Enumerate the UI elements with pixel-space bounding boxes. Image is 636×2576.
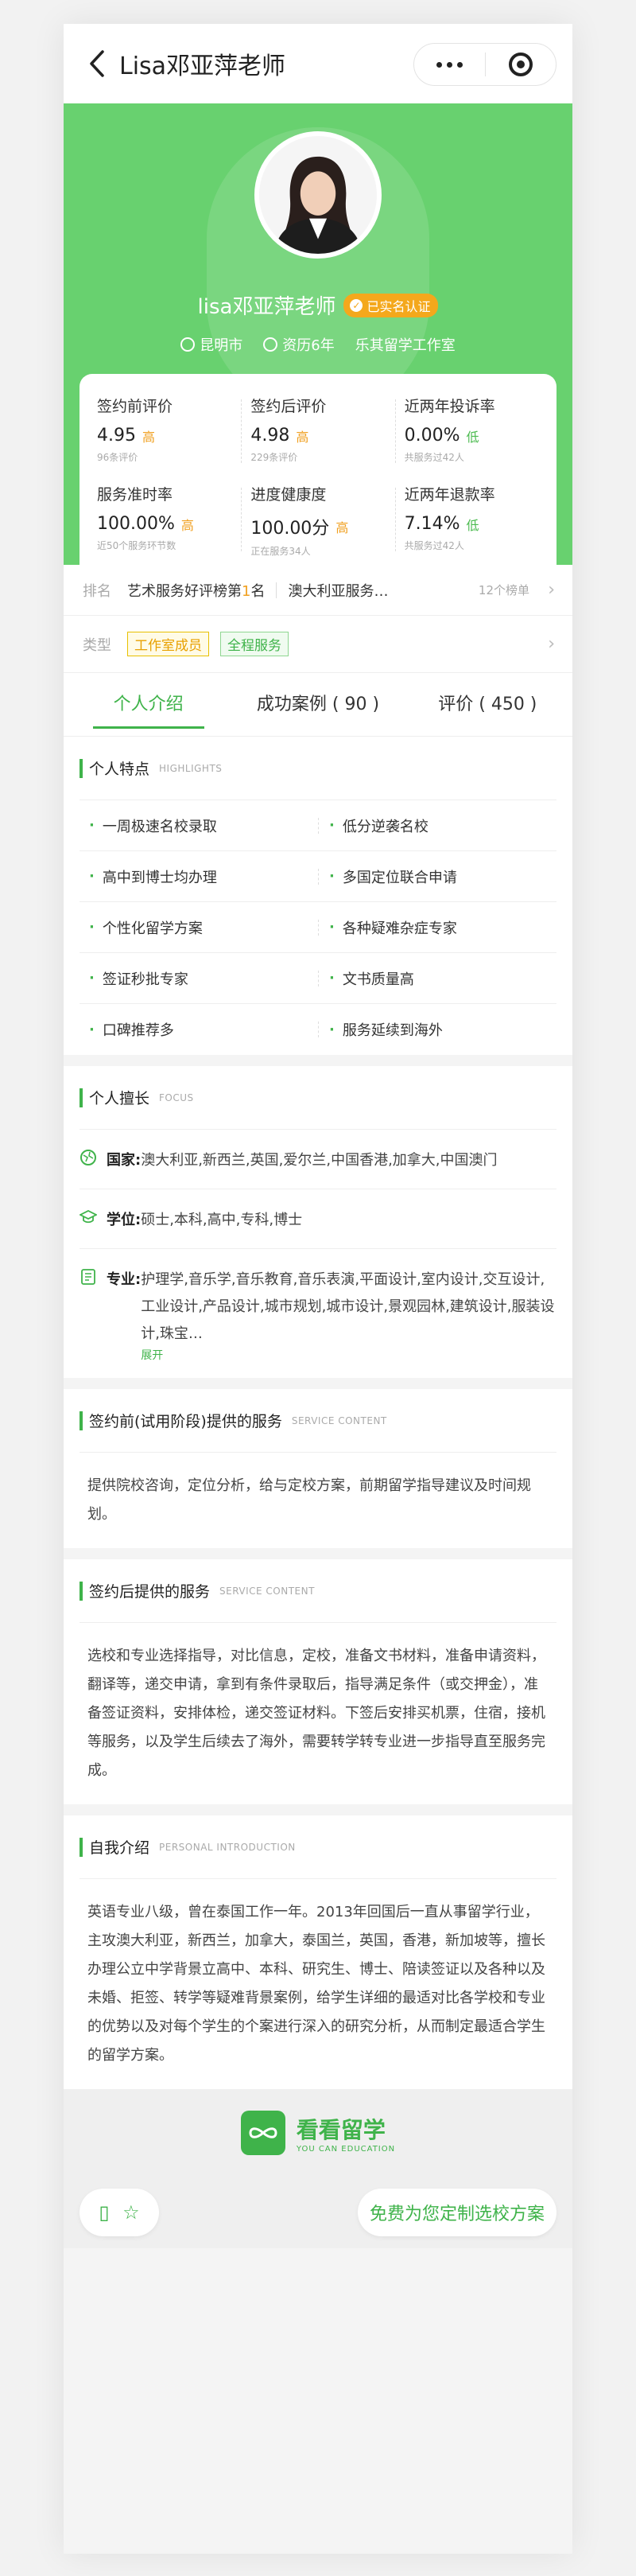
clock-icon	[263, 337, 278, 352]
stat-refund-rate: 近两年退款率 7.14% 低 共服务过42人	[394, 473, 549, 565]
back-button[interactable]	[83, 49, 111, 78]
rank-item: 艺术服务好评榜第1名	[127, 582, 266, 600]
mini-program-capsule	[413, 43, 556, 86]
more-button[interactable]	[414, 44, 485, 85]
type-pill: 全程服务	[220, 632, 289, 656]
pre-service-section: 签约前(试用阶段)提供的服务 SERVICE CONTENT 提供院校咨询，定位分…	[64, 1389, 572, 1548]
section-title: 自我介绍	[89, 1839, 150, 1857]
focus-major: 专业: 护理学,音乐学,音乐教育,音乐表演,平面设计,室内设计,交互设计,工业设…	[80, 1249, 556, 1378]
section-title: 个人特点	[89, 761, 150, 778]
focus-country: 国家: 澳大利亚,新西兰,英国,爱尔兰,中国香港,加拿大,中国澳门	[80, 1130, 556, 1189]
phone-screen: Lisa邓亚萍老师 lisa邓亚萍老师 ✓ 已实名认证 昆明市 资历6年 乐其留…	[64, 24, 572, 2554]
tab-reviews[interactable]: 评价 ( 450 )	[403, 673, 572, 737]
highlight-item: 个性化留学方案	[80, 902, 318, 953]
stat-ontime-rate: 服务准时率 100.00% 高 近50个服务环节数	[97, 486, 194, 551]
bottom-action-bar: ▯ ☆ 免费为您定制选校方案	[64, 2177, 572, 2248]
highlight-item: 各种疑难杂症专家	[318, 902, 556, 953]
brand-name: 看看留学	[296, 2116, 386, 2143]
type-row[interactable]: 类型 工作室成员 全程服务 ›	[64, 616, 572, 673]
more-dots-icon	[436, 61, 442, 68]
highlight-item: 口碑推荐多	[80, 1004, 318, 1055]
location-icon	[180, 337, 196, 352]
intro-section: 自我介绍 PERSONAL INTRODUCTION 英语专业八级，曾在泰国工作一…	[64, 1815, 572, 2089]
teacher-name: lisa邓亚萍老师	[197, 295, 336, 319]
brand-logo	[240, 2111, 285, 2155]
post-service-section: 签约后提供的服务 SERVICE CONTENT 选校和专业选择指导，对比信息，定…	[64, 1559, 572, 1804]
focus-degree: 学位: 硕士,本科,高中,专科,博士	[78, 1189, 556, 1249]
section-title: 个人擅长	[89, 1090, 150, 1107]
location: 昆明市	[180, 334, 242, 355]
brand-footer: 看看留学 YOU CAN EDUCATION	[64, 2089, 572, 2177]
action-icons: ▯ ☆	[80, 2189, 159, 2236]
chevron-right-icon: ›	[548, 634, 555, 654]
star-icon[interactable]: ☆	[122, 2201, 140, 2224]
highlight-item: 服务延续到海外	[318, 1004, 556, 1055]
chevron-left-icon	[90, 50, 104, 77]
page-title: Lisa邓亚萍老师	[119, 53, 286, 80]
section-title: 签约前(试用阶段)提供的服务	[89, 1413, 282, 1430]
custom-plan-button[interactable]: 免费为您定制选校方案	[358, 2189, 556, 2236]
highlight-item: 高中到博士均办理	[80, 851, 318, 902]
rank-row[interactable]: 排名 艺术服务好评榜第1名 澳大利亚服务… 12个榜单 ›	[64, 565, 572, 616]
verified-icon: ✓	[350, 298, 363, 312]
section-title: 签约后提供的服务	[89, 1583, 211, 1601]
close-button[interactable]	[486, 44, 556, 85]
stats-card: 签约前评价 4.95 高 96条评价 签约后评价 4.98 高 229条评价 近两年…	[80, 374, 556, 565]
expand-button[interactable]: 展开	[141, 1348, 556, 1364]
graduation-cap-icon	[78, 1208, 99, 1226]
type-pill: 工作室成员	[127, 632, 209, 656]
pre-service-text: 提供院校咨询，定位分析，给与定校方案，前期留学指导建议及时间规划。	[87, 1477, 531, 1523]
globe-icon	[80, 1149, 97, 1166]
post-service-text: 选校和专业选择指导，对比信息，定校，准备文书材料，准备申请资料，翻译等，递交申请…	[87, 1648, 545, 1779]
highlight-item: 低分逆袭名校	[318, 800, 556, 851]
target-icon	[508, 53, 533, 76]
experience: 资历6年	[263, 334, 335, 355]
intro-text: 英语专业八级，曾在泰国工作一年。2013年回国后一直从事留学行业，主攻澳大利亚，…	[87, 1904, 545, 2064]
book-icon	[80, 1268, 97, 1286]
stat-complaint-rate: 近两年投诉率 0.00% 低 共服务过42人	[394, 385, 549, 473]
highlight-item: 签证秒批专家	[80, 953, 318, 1004]
tab-bar: 个人介绍 成功案例 ( 90 ) 评价 ( 450 )	[64, 673, 572, 737]
focus-section: 个人擅长 FOCUS 国家: 澳大利亚,新西兰,英国,爱尔兰,中国香港,加拿大,中…	[64, 1066, 572, 1378]
stat-pre-rating: 签约前评价 4.95 高 96条评价	[97, 398, 173, 463]
profile-hero: lisa邓亚萍老师 ✓ 已实名认证 昆明市 资历6年 乐其留学工作室 签约前评价 …	[64, 103, 572, 565]
tab-intro[interactable]: 个人介绍	[64, 673, 233, 737]
highlights-section: 个人特点HIGHLIGHTS 一周极速名校录取 低分逆袭名校 高中到博士均办理 …	[64, 737, 572, 1055]
highlight-item: 一周极速名校录取	[80, 800, 318, 851]
verified-badge: ✓ 已实名认证	[343, 293, 439, 317]
stat-post-rating: 签约后评价 4.98 高 229条评价	[241, 385, 394, 473]
rank-item: 澳大利亚服务…	[288, 582, 389, 600]
brand-slogan: YOU CAN EDUCATION	[296, 2144, 396, 2154]
highlight-item: 多国定位联合申请	[318, 851, 556, 902]
studio-name[interactable]: 乐其留学工作室	[355, 334, 456, 355]
chevron-right-icon: ›	[548, 580, 555, 600]
tab-cases[interactable]: 成功案例 ( 90 )	[233, 673, 402, 737]
highlight-item: 文书质量高	[318, 953, 556, 1004]
stat-progress-health: 进度健康度 100.00分高 正在服务34人	[241, 473, 394, 565]
nav-bar: Lisa邓亚萍老师	[64, 24, 572, 103]
phone-icon[interactable]: ▯	[99, 2201, 109, 2224]
avatar	[254, 131, 382, 259]
rank-count: 12个榜单	[478, 583, 529, 597]
